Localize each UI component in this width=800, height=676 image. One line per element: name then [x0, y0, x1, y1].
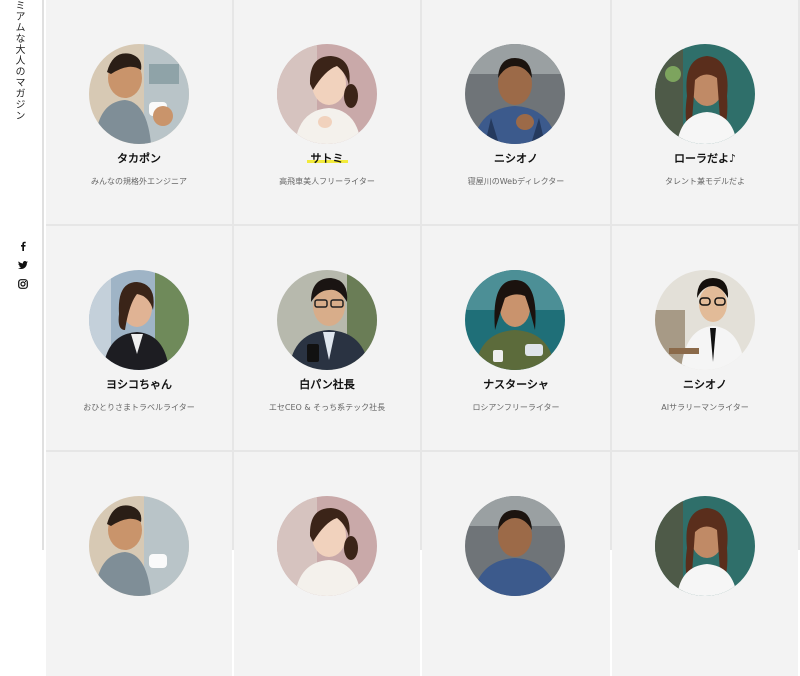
writer-card[interactable]: タカポン みんなの規格外エンジニア [46, 0, 232, 224]
writer-description: みんなの規格外エンジニア [91, 177, 187, 186]
writer-card[interactable] [612, 452, 798, 676]
facebook-icon[interactable] [16, 239, 30, 253]
writer-name[interactable]: ニシオノ [612, 378, 798, 392]
writer-card[interactable]: サトミ 高飛車美人フリーライター [234, 0, 420, 224]
avatar [277, 496, 377, 596]
writer-card[interactable]: ニシオノ 寝屋川のWebディレクター [422, 0, 610, 224]
writer-name[interactable] [234, 604, 420, 618]
writer-card[interactable]: ヨシコちゃん おひとりさまトラベルライター [46, 226, 232, 450]
sidebar: ミアムな大人のマガジン [0, 0, 44, 550]
writer-description: タレント兼モデルだよ [665, 177, 745, 186]
writer-name[interactable]: タカポン [46, 152, 232, 166]
writer-name[interactable]: 白パン社長 [234, 378, 420, 392]
writer-name[interactable] [46, 604, 232, 618]
avatar [89, 496, 189, 596]
writer-name[interactable]: ローラだよ♪ [612, 152, 798, 166]
avatar [277, 270, 377, 370]
writer-description: おひとりさまトラベルライター [83, 403, 195, 412]
writer-card[interactable] [234, 452, 420, 676]
avatar [655, 270, 755, 370]
avatar [655, 44, 755, 144]
writer-description: AIサラリーマンライター [661, 403, 749, 412]
writer-name[interactable]: ナスターシャ [422, 378, 610, 392]
writer-card[interactable]: ローラだよ♪ タレント兼モデルだよ [612, 0, 798, 224]
writer-card[interactable] [46, 452, 232, 676]
writer-description: 高飛車美人フリーライター [279, 177, 375, 186]
avatar [465, 270, 565, 370]
avatar [655, 496, 755, 596]
writer-description: ロシアンフリーライター [472, 403, 560, 412]
avatar [89, 44, 189, 144]
writer-grid: タカポン みんなの規格外エンジニア サトミ 高飛車美人フリーライター ニシオノ … [46, 0, 800, 676]
twitter-icon[interactable] [16, 258, 30, 272]
avatar [277, 44, 377, 144]
writer-name[interactable]: ニシオノ [422, 152, 610, 166]
writer-name[interactable] [422, 604, 610, 618]
writer-description: 寝屋川のWebディレクター [467, 177, 565, 186]
writer-card[interactable]: 白パン社長 エセCEO & そっち系テック社長 [234, 226, 420, 450]
instagram-icon[interactable] [16, 277, 30, 291]
writer-card[interactable] [422, 452, 610, 676]
avatar [465, 44, 565, 144]
writer-card[interactable]: ナスターシャ ロシアンフリーライター [422, 226, 610, 450]
avatar [465, 496, 565, 596]
site-title-vertical[interactable]: ミアムな大人のマガジン [12, 0, 24, 121]
writer-card[interactable]: ニシオノ AIサラリーマンライター [612, 226, 798, 450]
writer-description: エセCEO & そっち系テック社長 [268, 403, 386, 412]
writer-name[interactable]: サトミ [234, 152, 420, 166]
writer-name[interactable]: ヨシコちゃん [46, 378, 232, 392]
avatar [89, 270, 189, 370]
writer-name[interactable] [612, 604, 798, 618]
